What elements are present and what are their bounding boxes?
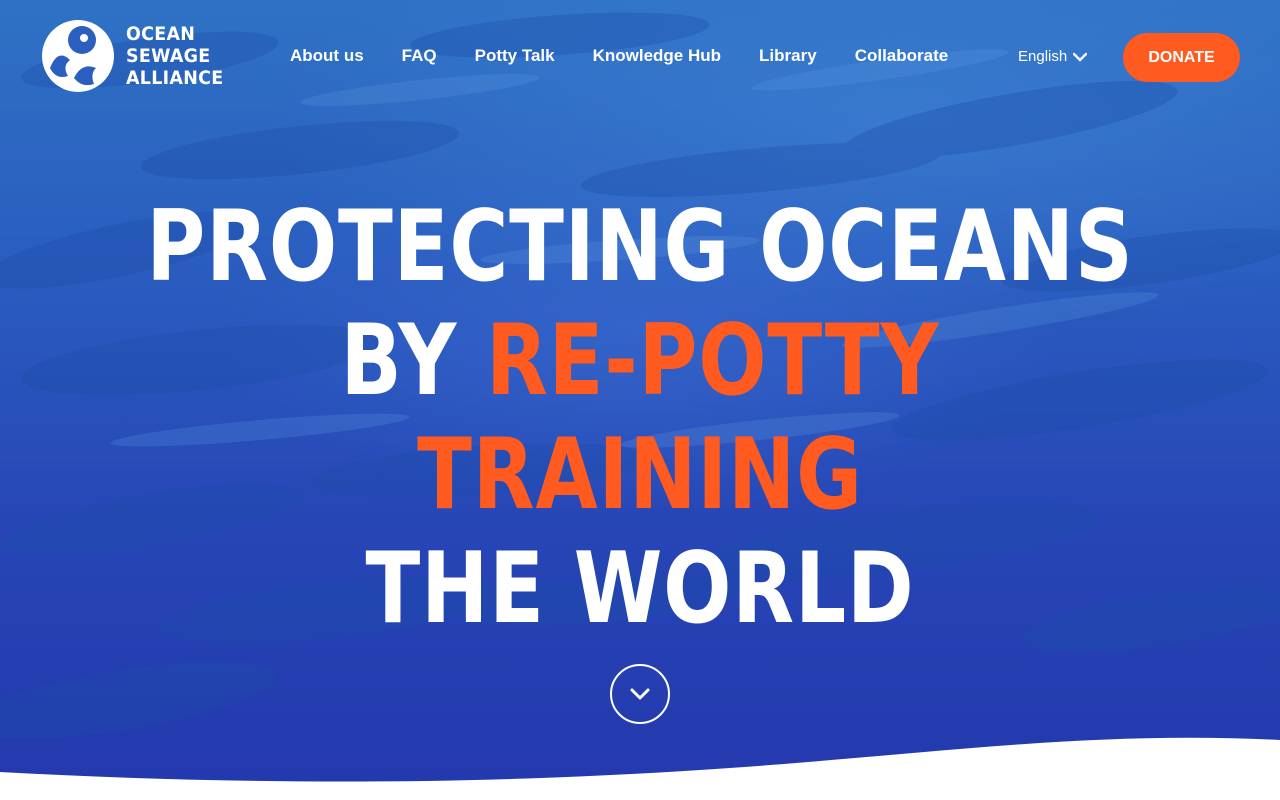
brand-name-line: OCEAN — [126, 23, 196, 45]
wave-divider — [0, 737, 1280, 800]
chevron-down-icon — [630, 688, 650, 700]
nav-item-about-us[interactable]: About us — [290, 45, 364, 67]
brand-name: OCEAN SEWAGE ALLIANCE — [126, 23, 223, 89]
nav-item-collaborate[interactable]: Collaborate — [855, 45, 949, 67]
headline-line-1: PROTECTING OCEANS — [146, 190, 1134, 304]
hero-headline: PROTECTING OCEANS BY RE-POTTY TRAINING T… — [0, 190, 1280, 646]
headline-accent: RE-POTTY TRAINING — [417, 304, 940, 532]
headline-line-2: BY RE-POTTY TRAINING — [115, 304, 1165, 532]
brand-name-line: SEWAGE — [126, 45, 211, 67]
language-label: English — [1018, 48, 1068, 65]
headline-line-3: THE WORLD — [365, 532, 915, 646]
chevron-down-icon — [1073, 52, 1088, 61]
nav-item-library[interactable]: Library — [759, 45, 817, 67]
nav-item-potty-talk[interactable]: Potty Talk — [475, 45, 555, 67]
hero-section: OCEAN SEWAGE ALLIANCE About us FAQ Potty… — [0, 0, 1280, 800]
language-selector[interactable]: English — [1018, 48, 1088, 65]
brand-logo[interactable]: OCEAN SEWAGE ALLIANCE — [40, 18, 232, 94]
nav-item-knowledge-hub[interactable]: Knowledge Hub — [593, 45, 721, 67]
headline-line-2-prefix: BY — [340, 304, 486, 418]
octopus-wave-logo-icon — [42, 20, 114, 92]
nav-item-faq[interactable]: FAQ — [402, 45, 437, 67]
main-nav: About us FAQ Potty Talk Knowledge Hub Li… — [290, 45, 986, 67]
donate-button[interactable]: DONATE — [1123, 33, 1240, 82]
brand-name-line: ALLIANCE — [126, 67, 224, 89]
